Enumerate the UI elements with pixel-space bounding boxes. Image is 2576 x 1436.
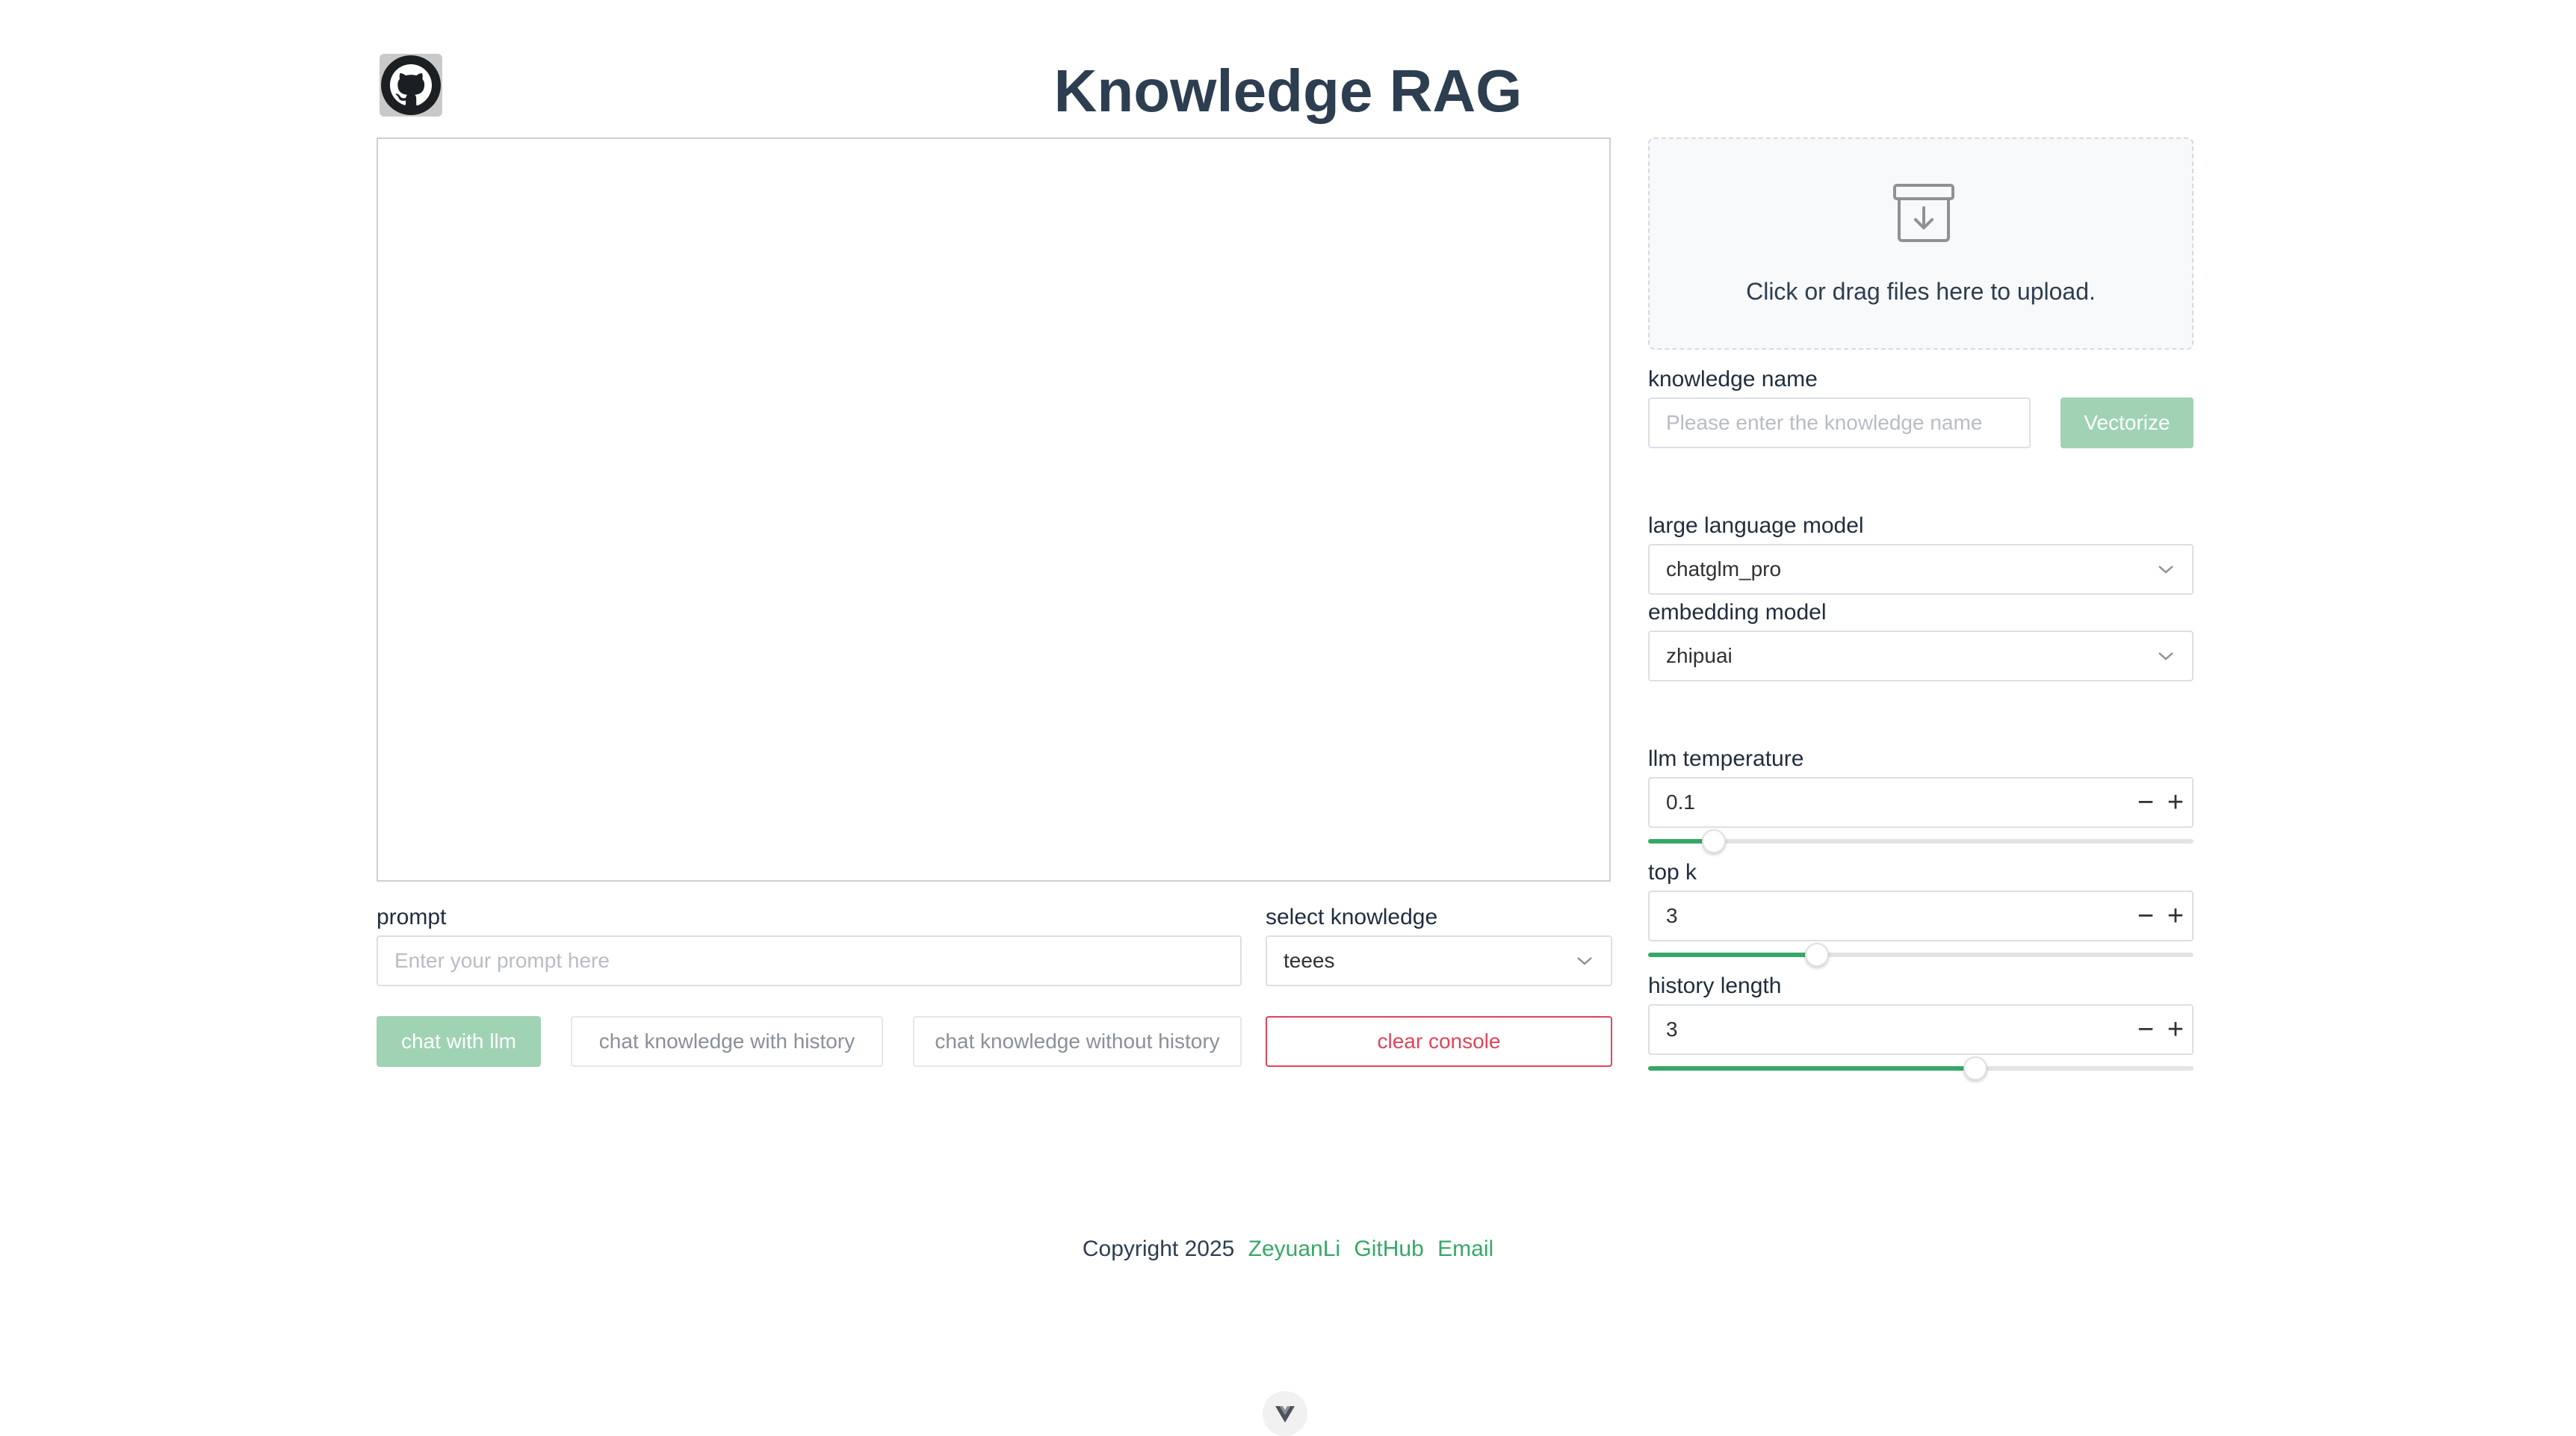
temperature-stepper[interactable]: 0.1 − +	[1648, 777, 2193, 828]
embedding-label: embedding model	[1648, 600, 1827, 625]
slider-fill	[1648, 1066, 1975, 1071]
minus-icon[interactable]: −	[2132, 900, 2159, 932]
knowledge-name-label: knowledge name	[1648, 367, 1818, 392]
history-length-label: history length	[1648, 974, 1782, 998]
vectorize-button[interactable]: Vectorize	[2061, 397, 2193, 448]
top-k-stepper[interactable]: 3 − +	[1648, 891, 2193, 941]
plus-icon[interactable]: +	[2162, 1014, 2189, 1045]
history-length-value: 3	[1666, 1018, 1678, 1041]
chat-knowledge-with-history-button[interactable]: chat knowledge with history	[571, 1016, 883, 1067]
temperature-slider[interactable]	[1648, 826, 2193, 856]
page: Knowledge RAG prompt select knowledge te…	[0, 0, 2576, 1436]
slider-handle[interactable]	[1805, 943, 1830, 967]
file-upload-dropzone[interactable]: Click or drag files here to upload.	[1648, 137, 2193, 350]
vue-devtools-icon[interactable]	[1263, 1391, 1307, 1436]
history-length-stepper[interactable]: 3 − +	[1648, 1004, 2193, 1055]
top-k-slider[interactable]	[1648, 940, 2193, 970]
top-k-label: top k	[1648, 860, 1697, 885]
slider-handle[interactable]	[1963, 1056, 1987, 1080]
llm-select[interactable]: chatglm_pro	[1648, 544, 2193, 595]
slider-track	[1648, 839, 2193, 844]
chevron-down-icon	[2158, 566, 2173, 574]
email-link[interactable]: Email	[1437, 1237, 1493, 1261]
llm-label: large language model	[1648, 513, 1864, 538]
temperature-label: llm temperature	[1648, 746, 1804, 771]
minus-icon[interactable]: −	[2132, 787, 2159, 818]
clear-console-button[interactable]: clear console	[1266, 1016, 1612, 1067]
temperature-value: 0.1	[1666, 790, 1695, 814]
author-link[interactable]: ZeyuanLi	[1248, 1237, 1340, 1261]
select-knowledge-label: select knowledge	[1266, 905, 1438, 929]
vue-logo-icon	[1275, 1406, 1295, 1423]
top-k-value: 3	[1666, 904, 1678, 927]
minus-icon[interactable]: −	[2132, 1014, 2159, 1045]
page-title: Knowledge RAG	[1053, 58, 1523, 124]
prompt-label: prompt	[377, 905, 447, 929]
select-knowledge-dropdown[interactable]: teees	[1266, 935, 1612, 986]
prompt-input[interactable]	[377, 935, 1242, 986]
history-length-slider[interactable]	[1648, 1053, 2193, 1083]
embedding-select-value: zhipuai	[1666, 644, 1733, 667]
chat-console[interactable]	[377, 137, 1611, 882]
github-link[interactable]: GitHub	[1354, 1237, 1423, 1261]
chat-with-llm-button[interactable]: chat with llm	[377, 1016, 541, 1067]
chevron-down-icon	[2158, 652, 2173, 660]
archive-download-icon	[1893, 184, 1954, 242]
knowledge-name-input[interactable]	[1648, 397, 2031, 448]
embedding-select[interactable]: zhipuai	[1648, 631, 2193, 681]
chat-knowledge-without-history-button[interactable]: chat knowledge without history	[913, 1016, 1242, 1067]
plus-icon[interactable]: +	[2162, 787, 2189, 818]
footer: Copyright 2025 ZeyuanLi GitHub Email	[0, 1234, 2576, 1264]
slider-fill	[1648, 953, 1818, 957]
chevron-down-icon	[1577, 957, 1592, 965]
upload-instruction: Click or drag files here to upload.	[1746, 278, 2096, 305]
llm-select-value: chatglm_pro	[1666, 557, 1782, 581]
slider-handle[interactable]	[1701, 829, 1726, 853]
select-knowledge-value: teees	[1284, 949, 1335, 972]
plus-icon[interactable]: +	[2162, 900, 2189, 932]
copyright-text: Copyright 2025	[1082, 1237, 1235, 1261]
